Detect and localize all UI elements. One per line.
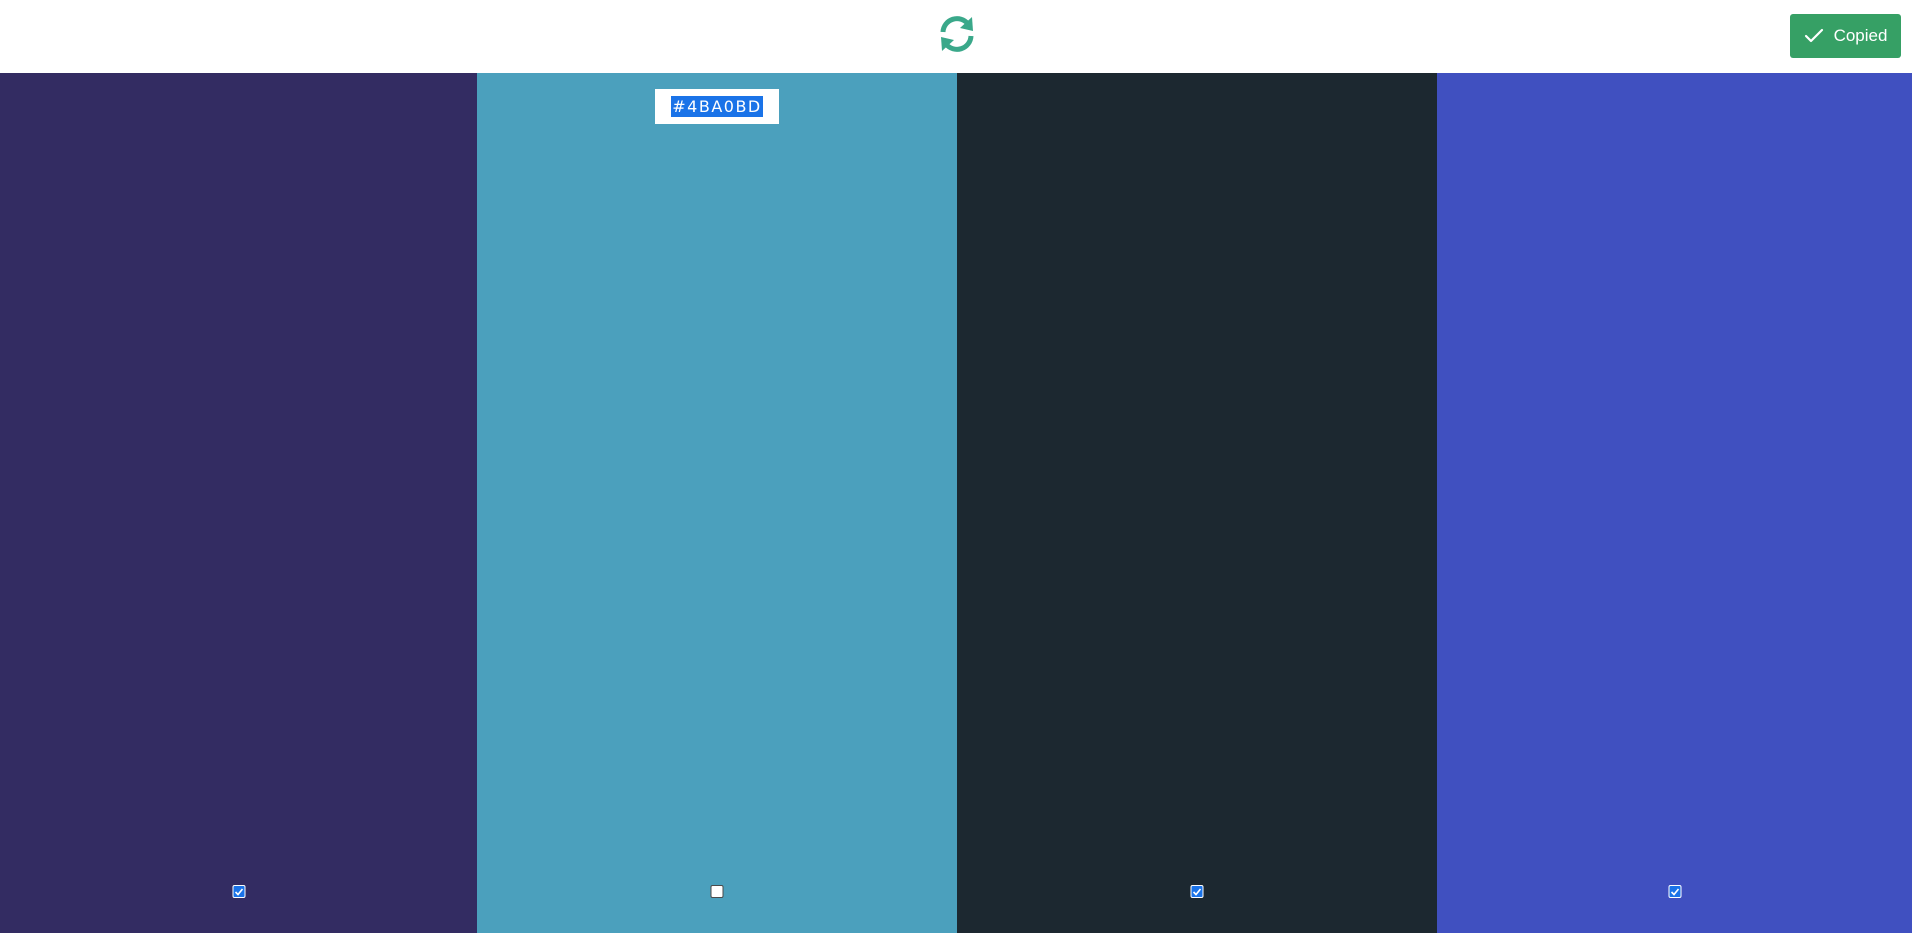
color-swatch-2[interactable]: #4BA0BD (477, 73, 957, 933)
checkmark-icon (1804, 26, 1824, 46)
check-icon (1670, 887, 1679, 896)
color-swatch-4[interactable] (1437, 73, 1912, 933)
hex-code-input[interactable]: #4BA0BD (655, 89, 779, 124)
copied-toast: Copied (1790, 14, 1901, 58)
hex-code-selected-text: #4BA0BD (671, 96, 763, 117)
lock-checkbox[interactable] (710, 885, 724, 898)
color-swatch-1[interactable] (0, 73, 477, 933)
check-icon (1192, 887, 1202, 896)
lock-checkbox[interactable] (1668, 885, 1681, 898)
top-bar: Copied (0, 0, 1912, 73)
color-swatch-3[interactable] (957, 73, 1437, 933)
color-palette: #4BA0BD (0, 73, 1912, 933)
lock-checkbox[interactable] (1190, 885, 1204, 898)
check-icon (234, 887, 243, 896)
refresh-button[interactable] (935, 14, 979, 54)
refresh-cycle-icon (940, 16, 974, 52)
lock-checkbox[interactable] (232, 885, 245, 898)
toast-label: Copied (1833, 26, 1888, 45)
